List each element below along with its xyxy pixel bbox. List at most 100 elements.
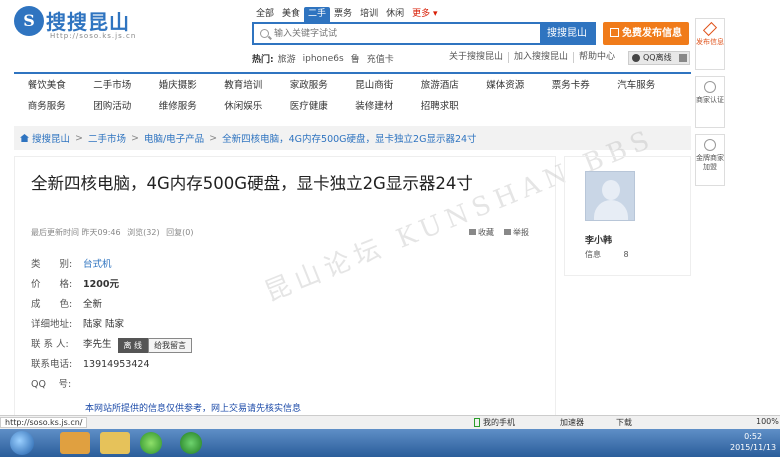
top-links: 关于搜搜昆山 加入搜搜昆山 帮助中心 [444, 52, 620, 63]
listing-detail: 全新四核电脑，4G内存500G硬盘，显卡独立2G显示器24寸 最后更新时间 昨天… [14, 156, 556, 418]
view-count: 浏览(32) [127, 228, 160, 237]
start-button-icon[interactable] [10, 431, 34, 455]
nav-item[interactable]: 维修服务 [145, 98, 211, 116]
field-label: 联 系 人: [31, 339, 69, 350]
post-button-label: 免费发布信息 [622, 28, 682, 39]
hot-link-card[interactable]: 充值卡 [367, 52, 394, 65]
category-link[interactable]: 台式机 [83, 255, 112, 275]
help-link[interactable]: 帮助中心 [573, 52, 620, 63]
zoom-level[interactable]: 100% [756, 417, 779, 426]
download-button[interactable]: 下载 [616, 417, 632, 428]
field-label: 价 格: [31, 279, 73, 290]
nav-item[interactable]: 装修建材 [342, 98, 408, 116]
breadcrumb-current[interactable]: 全新四核电脑，4G内存500G硬盘，显卡独立2G显示器24寸 [222, 131, 476, 145]
field-label: 联系电话: [31, 359, 73, 370]
tab-food[interactable]: 美食 [278, 7, 304, 22]
favorite-icon [469, 229, 476, 235]
nav-row-1: 餐饮美食 二手市场 婚庆摄影 教育培训 家政服务 昆山商街 旅游酒店 媒体资源 … [14, 77, 691, 95]
offline-status-button[interactable]: 离 线 [117, 337, 149, 353]
nav-item[interactable]: 家政服务 [276, 77, 342, 95]
browser-icon[interactable] [140, 432, 162, 454]
seller-card: 李小韩 信息 8 [564, 156, 691, 276]
tab-all[interactable]: 全部 [252, 7, 278, 22]
breadcrumb-home[interactable]: 搜搜昆山 [32, 131, 70, 145]
tab-leisure[interactable]: 休闲 [382, 7, 408, 22]
reply-count: 回复(0) [166, 228, 194, 237]
favorite-label: 收藏 [478, 228, 494, 237]
nav-item[interactable]: 汽车服务 [604, 77, 670, 95]
home-icon [20, 134, 29, 142]
clock-time: 0:52 [744, 432, 763, 441]
field-label: 详细地址: [31, 319, 73, 330]
nav-item[interactable]: 教育培训 [211, 77, 277, 95]
nav-row-2: 商务服务 团购活动 维修服务 休闲娱乐 医疗健康 装修建材 招聘求职 [14, 98, 691, 116]
seller-name[interactable]: 李小韩 [585, 233, 612, 246]
hot-link-iphone[interactable]: iphone6s [303, 54, 344, 64]
field-price: 价 格: 1200元 [31, 275, 192, 295]
field-phone: 联系电话: 13914953424 [31, 355, 192, 375]
join-link[interactable]: 加入搜搜昆山 [508, 52, 573, 63]
nav-item[interactable]: 医疗健康 [276, 98, 342, 116]
pencil-icon [702, 21, 718, 37]
system-clock[interactable]: 0:52 2015/11/13 [730, 431, 776, 453]
field-label: 类 别: [31, 259, 73, 270]
qq-status-button[interactable]: QQ离线 [628, 51, 690, 65]
category-tabs: 全部 美食 二手 票务 培训 休闲 更多 ▾ [252, 6, 441, 22]
app-icon[interactable] [180, 432, 202, 454]
browser-statusbar: http://soso.ks.js.cn/ 我的手机 加速器 下载 100% [0, 415, 780, 429]
side-label: 发布信息 [696, 38, 724, 46]
breadcrumb-subcategory[interactable]: 电脑/电子产品 [144, 131, 204, 145]
nav-item[interactable]: 休闲娱乐 [211, 98, 277, 116]
nav-item[interactable]: 商务服务 [14, 98, 80, 116]
side-float-menu: 发布信息 商家认证 金牌商家加盟 [695, 18, 725, 192]
nav-item[interactable]: 票务卡券 [538, 77, 604, 95]
field-category: 类 别: 台式机 [31, 255, 192, 275]
field-label: QQ 号: [31, 379, 72, 390]
side-merchant-verify[interactable]: 商家认证 [695, 76, 725, 128]
nav-item[interactable]: 餐饮美食 [14, 77, 80, 95]
chevron-down-icon [679, 54, 687, 62]
tab-tickets[interactable]: 票务 [330, 7, 356, 22]
avatar[interactable] [585, 171, 635, 221]
status-url: http://soso.ks.js.cn/ [0, 417, 88, 428]
field-label: 成 色: [31, 299, 73, 310]
nav-item[interactable]: 二手市场 [80, 77, 146, 95]
folder-icon[interactable] [100, 432, 130, 454]
listing-meta: 最后更新时间 昨天09:46 浏览(32) 回复(0) [31, 227, 197, 238]
hot-link-lu[interactable]: 鲁 [351, 52, 360, 65]
field-address: 详细地址: 陆家 陆家 [31, 315, 192, 335]
side-post-info[interactable]: 发布信息 [695, 18, 725, 70]
tab-training[interactable]: 培训 [356, 7, 382, 22]
nav-item[interactable]: 婚庆摄影 [145, 77, 211, 95]
header: S 搜搜昆山 Http://soso.ks.js.cn 全部 美食 二手 票务 … [0, 0, 780, 70]
nav-item[interactable]: 媒体资源 [473, 77, 539, 95]
side-gold-merchant[interactable]: 金牌商家加盟 [695, 134, 725, 186]
search-button[interactable]: 搜搜昆山 [540, 24, 594, 43]
nav-item[interactable]: 昆山商街 [342, 77, 408, 95]
about-link[interactable]: 关于搜搜昆山 [444, 52, 508, 63]
phone-value: 13914953424 [83, 359, 150, 370]
my-phone-button[interactable]: 我的手机 [474, 417, 515, 428]
accelerator-button[interactable]: 加速器 [560, 417, 584, 428]
phone-label: 我的手机 [483, 418, 515, 427]
tab-more[interactable]: 更多 ▾ [408, 7, 441, 22]
leave-message-button[interactable]: 给我留言 [148, 337, 193, 353]
price-value: 1200元 [83, 279, 119, 290]
breadcrumb-category[interactable]: 二手市场 [88, 131, 126, 145]
tab-secondhand[interactable]: 二手 [304, 6, 331, 22]
breadcrumb-separator: > [131, 132, 139, 144]
site-logo[interactable]: S 搜搜昆山 Http://soso.ks.js.cn [14, 6, 144, 42]
post-free-info-button[interactable]: 免费发布信息 [603, 22, 689, 45]
seller-info: 信息 8 [585, 249, 629, 260]
nav-item[interactable]: 招聘求职 [407, 98, 473, 116]
logo-text: 搜搜昆山 [46, 10, 130, 34]
nav-item[interactable]: 团购活动 [80, 98, 146, 116]
clock-date: 2015/11/13 [730, 443, 777, 452]
media-player-icon[interactable] [60, 432, 90, 454]
favorite-button[interactable]: 收藏 [469, 227, 494, 238]
search-input[interactable] [254, 24, 540, 43]
hot-link-travel[interactable]: 旅游 [278, 52, 296, 65]
nav-item[interactable]: 旅游酒店 [407, 77, 473, 95]
field-contact: 联 系 人: 李先生 离 线 给我留言 [31, 335, 193, 355]
report-button[interactable]: 举报 [504, 227, 529, 238]
